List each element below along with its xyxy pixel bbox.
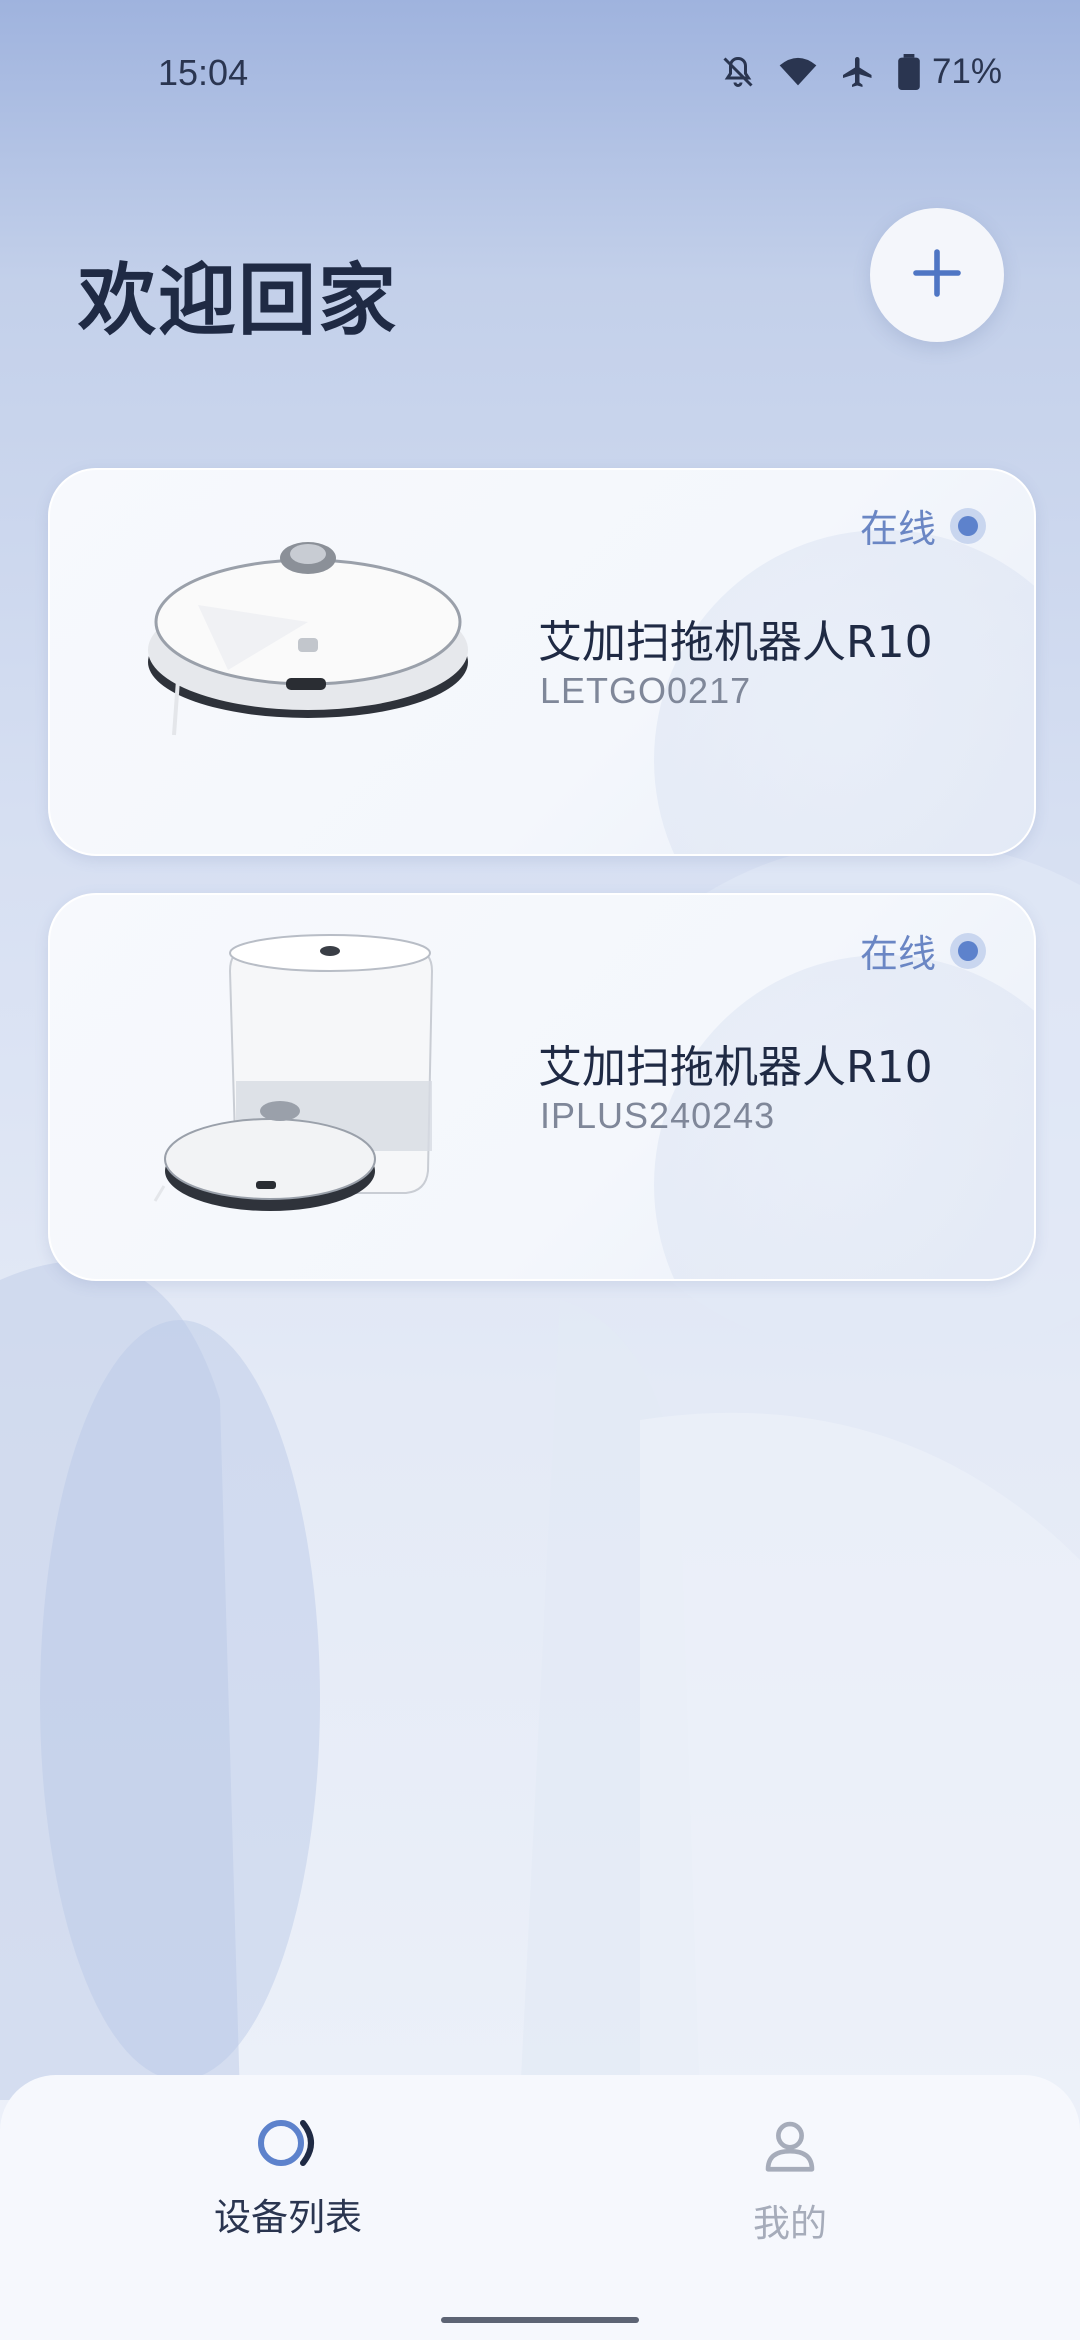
nav-label: 我的 (753, 2202, 827, 2245)
wifi-icon (778, 54, 818, 90)
device-list-icon (253, 2115, 323, 2175)
status-bar: 15:04 71% (0, 0, 1080, 150)
nav-mine[interactable]: 我的 (640, 2115, 940, 2247)
plus-icon (909, 245, 965, 305)
status-icons: 71% (720, 52, 1002, 92)
add-device-button[interactable] (870, 208, 1004, 342)
online-status: 在线 (860, 923, 986, 978)
device-serial: LETGO0217 (540, 670, 752, 711)
nav-label: 设备列表 (214, 2196, 362, 2239)
bottom-navigation: 设备列表 我的 (0, 2075, 1080, 2340)
robot-vacuum-image (148, 542, 468, 736)
nav-device-list[interactable]: 设备列表 (138, 2115, 438, 2241)
device-serial: IPLUS240243 (540, 1095, 776, 1136)
status-label: 在线 (859, 507, 936, 551)
device-name: 艾加扫拖机器人R10 (538, 617, 933, 668)
bell-off-icon (720, 54, 756, 90)
battery-percent: 71% (931, 52, 1002, 91)
page-title: 欢迎回家 (78, 256, 399, 346)
home-indicator[interactable] (441, 2317, 639, 2323)
status-label: 在线 (859, 932, 936, 976)
online-status: 在线 (860, 498, 986, 553)
device-name: 艾加扫拖机器人R10 (538, 1042, 933, 1093)
user-icon (759, 2115, 821, 2181)
device-card[interactable]: 在线 艾加扫拖机器人R10 LETGO0217 (48, 468, 1036, 856)
status-time: 15:04 (158, 52, 249, 93)
device-card[interactable]: 在线 艾加扫拖机器人R10 IPLUS240243 (48, 893, 1036, 1281)
online-dot-icon (950, 507, 986, 544)
online-dot-icon (950, 932, 986, 969)
robot-vacuum-dock-image (153, 934, 434, 1211)
airplane-icon (840, 54, 876, 90)
battery-icon (898, 54, 920, 90)
